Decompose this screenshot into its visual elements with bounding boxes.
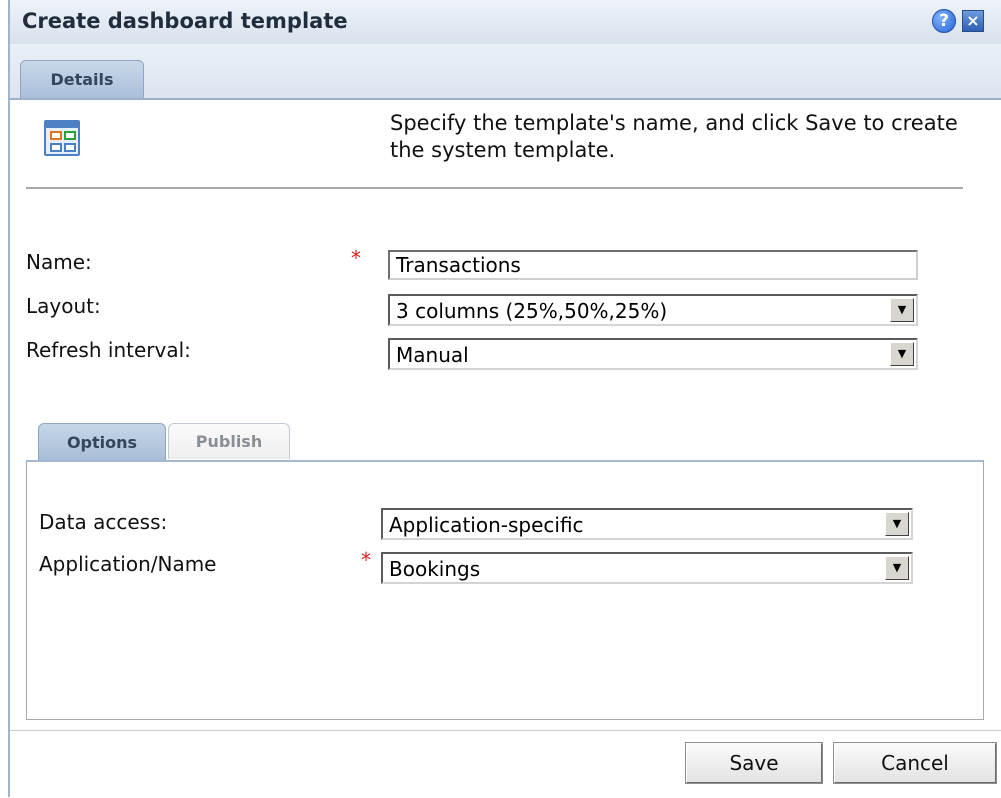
tab-details[interactable]: Details (20, 60, 144, 98)
data-access-select[interactable]: Application-specific ▼ (381, 508, 913, 540)
refresh-label: Refresh interval: (26, 338, 191, 362)
application-label: Application/Name (39, 552, 217, 576)
name-label: Name: (26, 250, 92, 274)
chevron-down-icon[interactable]: ▼ (890, 342, 914, 366)
cancel-button[interactable]: Cancel (834, 743, 996, 783)
close-icon[interactable]: × (962, 10, 984, 32)
layout-label: Layout: (26, 294, 101, 318)
save-button[interactable]: Save (686, 743, 822, 783)
options-panel: Data access: Application-specific ▼ Appl… (26, 460, 984, 720)
details-tab-strip: Details (10, 44, 1001, 100)
chevron-down-icon[interactable]: ▼ (885, 556, 909, 580)
layout-select[interactable]: 3 columns (25%,50%,25%) ▼ (388, 294, 918, 326)
name-input[interactable]: Transactions (388, 250, 918, 280)
button-bar: Save Cancel (10, 730, 1001, 798)
layout-select-value: 3 columns (25%,50%,25%) (396, 299, 668, 323)
required-indicator: * (361, 548, 371, 572)
tab-publish[interactable]: Publish (168, 423, 290, 459)
application-value: Bookings (389, 557, 481, 581)
help-icon[interactable]: ? (932, 9, 956, 33)
chevron-down-icon[interactable]: ▼ (890, 298, 914, 322)
title-bar: Create dashboard template ? × (10, 0, 1001, 45)
data-access-value: Application-specific (389, 513, 584, 537)
refresh-select-value: Manual (396, 343, 469, 367)
dashboard-icon (44, 120, 80, 156)
required-indicator: * (351, 246, 361, 270)
dialog-window: Create dashboard template ? × Details Sp… (8, 0, 1001, 798)
data-access-label: Data access: (39, 510, 168, 534)
divider (26, 187, 963, 189)
application-select[interactable]: Bookings ▼ (381, 552, 913, 584)
chevron-down-icon[interactable]: ▼ (885, 512, 909, 536)
inner-tab-strip: Options Publish (26, 423, 986, 461)
refresh-interval-select[interactable]: Manual ▼ (388, 338, 918, 370)
dialog-title: Create dashboard template (22, 9, 348, 33)
tab-options[interactable]: Options (38, 423, 166, 461)
instructions-text: Specify the template's name, and click S… (390, 111, 958, 162)
